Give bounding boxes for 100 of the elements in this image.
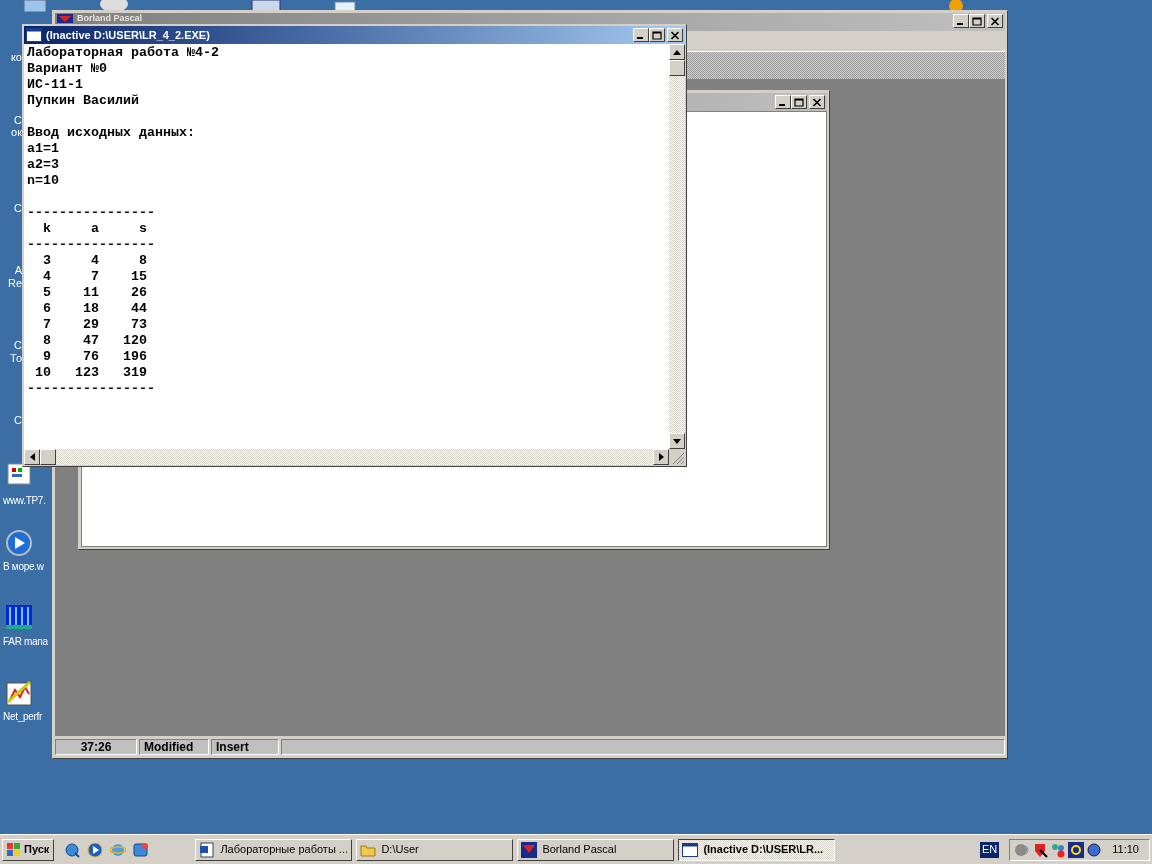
minimize-icon: [957, 23, 963, 25]
close-button[interactable]: [667, 28, 683, 42]
table-cell-text: 18: [82, 301, 99, 317]
icon-label: С: [14, 202, 22, 215]
output-line: a1=1: [27, 141, 60, 157]
shield-icon[interactable]: [1032, 841, 1049, 858]
table-rule: ----------------: [27, 237, 155, 253]
up-arrow-icon: [673, 49, 681, 55]
maximize-icon: [972, 16, 982, 26]
icon-label: www.TP7.: [2, 494, 46, 507]
right-arrow-icon: [658, 453, 664, 461]
close-icon: [990, 16, 1000, 26]
horizontal-scrollbar[interactable]: [24, 449, 669, 465]
scroll-right-button[interactable]: [653, 449, 669, 465]
column-header: k: [42, 221, 51, 237]
table-cell-text: 4: [42, 269, 51, 285]
column-header: a: [90, 221, 99, 237]
icon-label: То: [10, 352, 22, 365]
scroll-up-button[interactable]: [669, 44, 685, 60]
maximize-button[interactable]: [969, 14, 985, 28]
output-line: n=10: [27, 173, 60, 189]
table-cell-text: 26: [130, 285, 147, 301]
table-cell-text: 11: [82, 285, 99, 301]
taskbar-button[interactable]: Лабораторные работы ...: [195, 838, 353, 861]
taskbar-button[interactable]: (Inactive D:\USER\LR...: [678, 838, 836, 861]
icon-label: ко: [10, 51, 22, 64]
scroll-thumb[interactable]: [669, 60, 685, 76]
taskbar-button[interactable]: D:\User: [356, 838, 514, 861]
table-cell-text: 120: [122, 333, 147, 349]
scroll-left-button[interactable]: [24, 449, 40, 465]
icon-label: С: [14, 339, 22, 352]
column-header: s: [138, 221, 147, 237]
table-cell-text: 44: [130, 301, 147, 317]
table-cell-text: 76: [82, 349, 99, 365]
output-line: Ввод исходных данных:: [27, 125, 196, 141]
signal-icon[interactable]: [1068, 841, 1085, 858]
table-cell-text: 6: [42, 301, 51, 317]
table-cell-text: 8: [42, 333, 51, 349]
vertical-scrollbar[interactable]: [669, 44, 685, 449]
minimize-button[interactable]: [775, 95, 791, 109]
app-icon: [521, 841, 538, 858]
close-button[interactable]: [987, 14, 1003, 28]
left-arrow-icon: [29, 453, 35, 461]
maximize-icon: [794, 97, 804, 107]
search-icon[interactable]: [64, 841, 81, 858]
maximize-icon: [652, 30, 662, 40]
icon-label: FAR mana: [2, 635, 48, 648]
icon-label: В море.w: [2, 560, 44, 573]
table-cell-text: 319: [122, 365, 147, 381]
scroll-thumb[interactable]: [40, 449, 56, 465]
scroll-down-button[interactable]: [669, 433, 685, 449]
table-cell-text: 15: [130, 269, 147, 285]
table-cell-text: 47: [82, 333, 99, 349]
maximize-button[interactable]: [791, 95, 807, 109]
down-arrow-icon: [673, 438, 681, 444]
output-line: Вариант №0: [27, 61, 108, 77]
icon-label: ок: [11, 126, 22, 139]
table-cell-text: 73: [130, 317, 147, 333]
output-line: Пупкин Василий: [27, 93, 140, 109]
icon-label: Re: [7, 277, 22, 290]
close-icon: [670, 30, 680, 40]
table-cell-text: 9: [42, 349, 51, 365]
window-icon: [26, 28, 42, 42]
window-title: Borland Pascal: [77, 14, 144, 23]
icon-label: С: [14, 114, 22, 127]
app-icon: [57, 14, 73, 23]
start-button[interactable]: Пуск: [2, 838, 55, 861]
language-indicator[interactable]: EN: [980, 841, 1000, 858]
table-cell-text: 7: [90, 269, 99, 285]
maximize-button[interactable]: [649, 28, 665, 42]
table-cell-text: 3: [42, 253, 51, 269]
table-cell-text: 4: [90, 253, 99, 269]
desktop-icon[interactable]: [133, 841, 150, 858]
table-cell-text: 196: [122, 349, 147, 365]
status-panel: Modified: [139, 739, 209, 755]
minimize-button[interactable]: [633, 28, 649, 42]
table-rule: ----------------: [27, 381, 155, 397]
table-rule: ----------------: [27, 205, 155, 221]
close-button[interactable]: [809, 95, 825, 109]
output-line: Лабораторная работа №4-2: [27, 45, 220, 61]
minimize-button[interactable]: [953, 14, 969, 28]
output-line: ИС-11-1: [27, 77, 84, 93]
media-player-icon[interactable]: [87, 841, 104, 858]
output-line: a2=3: [27, 157, 60, 173]
window-icon: [682, 842, 699, 857]
table-cell-text: 123: [74, 365, 99, 381]
table-cell-text: 29: [82, 317, 99, 333]
table-cell-text: 7: [42, 317, 51, 333]
icon-label: Net_perfr: [2, 710, 42, 723]
icon-label: А: [14, 264, 22, 277]
windows-logo-icon: [7, 843, 21, 856]
window-title: (Inactive D:\USER\LR_4_2.EXE): [46, 27, 211, 43]
minimize-icon: [779, 104, 785, 106]
media-player-icon[interactable]: [4, 528, 34, 558]
document-icon: [199, 841, 216, 858]
taskbar-button[interactable]: Borland Pascal: [517, 838, 675, 861]
minimize-icon: [637, 37, 643, 39]
table-cell-text: 8: [138, 253, 147, 269]
close-icon: [812, 97, 822, 107]
chart-icon[interactable]: [4, 678, 34, 708]
